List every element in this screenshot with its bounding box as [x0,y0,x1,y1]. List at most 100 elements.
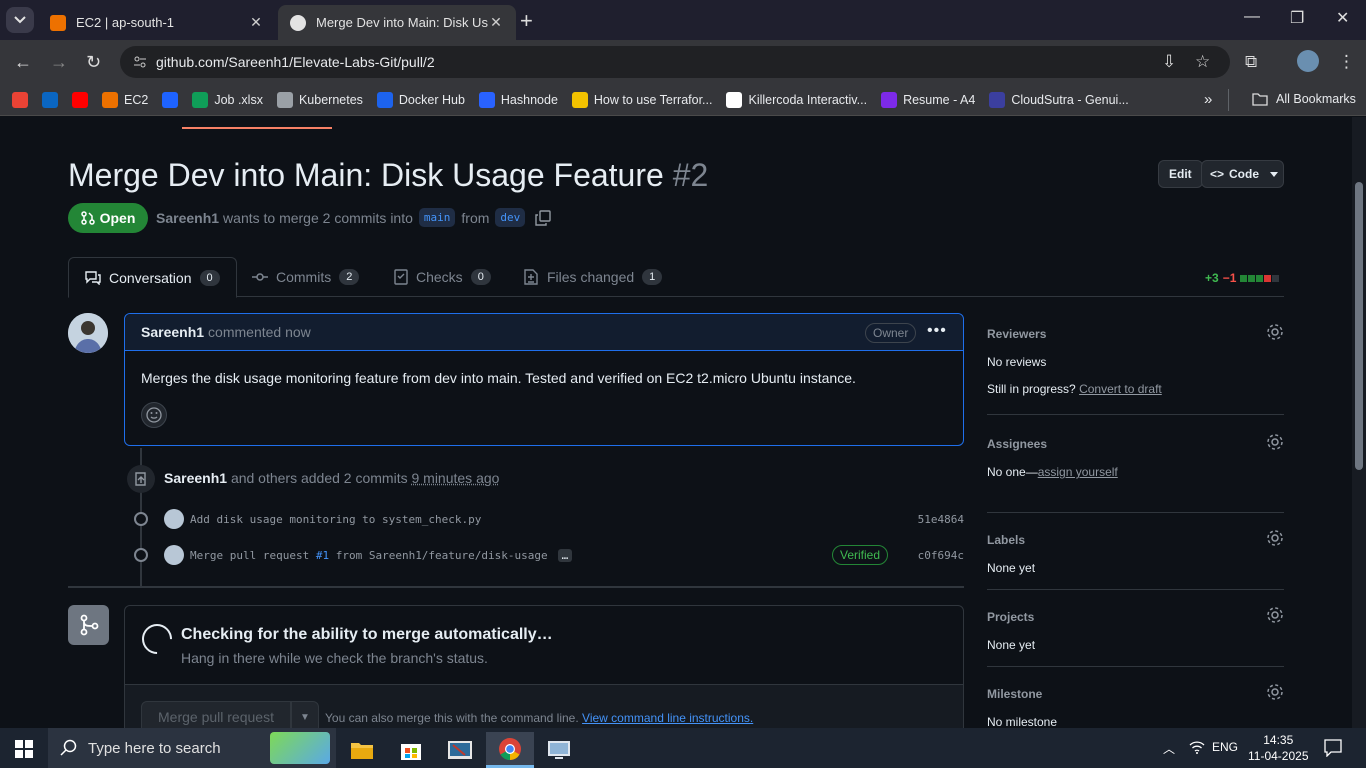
gear-icon[interactable] [1266,323,1284,341]
sidebar-milestone: Milestone No milestone [987,667,1284,728]
bookmark-item[interactable] [72,91,94,108]
site-info-icon[interactable] [132,54,148,70]
copy-icon[interactable] [535,209,551,226]
commit-sha[interactable]: 51e4864 [918,513,964,526]
wifi-icon[interactable] [1189,740,1205,754]
restore-button[interactable]: ❐ [1290,8,1304,28]
taskbar-remote-desktop[interactable] [535,732,583,768]
browser-tab-github[interactable]: Merge Dev into Main: Disk Usag ✕ [278,5,516,40]
comment-action[interactable]: commented now [208,324,311,340]
bookmark-item[interactable]: Hashnode [478,91,558,108]
base-branch[interactable]: main [418,208,456,227]
taskbar-file-explorer[interactable] [338,732,386,768]
tab-commits[interactable]: Commits 2 [252,257,360,297]
back-button[interactable]: ← [14,52,32,73]
bookmark-label: Docker Hub [398,92,465,107]
bookmark-item[interactable]: Killercoda Interactiv... [726,91,867,108]
close-icon[interactable]: ✕ [248,14,264,31]
bookmark-item[interactable]: Resume - A4 [881,91,975,108]
install-app-icon[interactable]: ⇩ [1162,52,1176,72]
merge-method-dropdown[interactable]: ▼ [291,701,319,728]
taskbar-search-box[interactable]: Type here to search [48,728,336,768]
comment-author[interactable]: Sareenh1 [141,324,204,340]
show-hidden-icons-icon[interactable]: ︿ [1163,740,1175,757]
bookmark-item[interactable]: EC2 [102,91,148,108]
gear-icon[interactable] [1266,529,1284,547]
command-line-instructions-link[interactable]: View command line instructions. [582,711,753,725]
edit-button[interactable]: Edit [1158,160,1203,188]
store-icon [401,744,421,760]
bookmark-item[interactable] [162,91,184,108]
taskbar-chrome[interactable] [486,732,534,768]
reload-button[interactable]: ↻ [86,52,101,73]
profile-avatar[interactable] [1297,50,1319,72]
bookmark-item[interactable]: How to use Terrafor... [571,91,712,108]
browser-menu-icon[interactable]: ⋮ [1338,52,1355,72]
avatar[interactable] [164,545,184,565]
commit-message[interactable]: Merge pull request #1 from Sareenh1/feat… [190,549,548,562]
bookmark-star-icon[interactable]: ☆ [1195,52,1210,72]
extensions-icon[interactable]: ⧉ [1245,52,1257,72]
gear-icon[interactable] [1266,606,1284,624]
merge-pull-request-button[interactable]: Merge pull request [141,701,291,728]
gear-icon[interactable] [1266,433,1284,451]
bookmark-item[interactable]: Kubernetes [276,91,363,108]
git-commit-icon [252,273,268,281]
clock-time: 14:35 [1263,733,1294,747]
forward-button[interactable]: → [50,52,68,73]
commit-sha[interactable]: c0f694c [918,549,964,562]
page-scrollbar[interactable] [1352,117,1366,728]
gear-icon[interactable] [1266,683,1284,701]
taskbar-snipping-tool[interactable] [436,732,484,768]
bookmark-item[interactable] [42,91,64,108]
timeline-author[interactable]: Sareenh1 [164,470,227,486]
language-indicator[interactable]: ENG [1212,740,1238,754]
sidebar-title[interactable]: Milestone [987,687,1284,701]
commit-message[interactable]: Add disk usage monitoring to system_chec… [190,513,481,526]
pr-reference-link[interactable]: #1 [316,549,329,562]
bookmark-item[interactable]: Job .xlsx [192,91,263,108]
sidebar-title[interactable]: Projects [987,610,1284,624]
taskbar-store[interactable] [387,732,435,768]
timeline-event: Sareenh1 and others added 2 commits 9 mi… [164,470,499,486]
close-icon[interactable]: ✕ [488,14,504,31]
new-tab-button[interactable]: + [520,8,533,34]
assign-yourself-link[interactable]: assign yourself [1038,465,1118,479]
draft-hint: Still in progress? Convert to draft [987,382,1284,396]
browser-tab-ec2[interactable]: EC2 | ap-south-1 ✕ [38,5,276,40]
code-button[interactable]: <> Code [1201,160,1284,188]
tab-checks[interactable]: Checks 0 [394,257,491,297]
head-branch[interactable]: dev [495,208,526,227]
verified-badge[interactable]: Verified [832,545,889,565]
taskbar-clock[interactable]: 14:35 11-04-2025 [1248,732,1309,764]
sidebar-projects: Projects None yet [987,590,1284,667]
kebab-menu-icon[interactable]: ••• [927,322,947,340]
minimize-button[interactable]: — [1244,8,1260,26]
add-reaction-button[interactable] [141,402,167,428]
tab-files-changed[interactable]: Files changed 1 [524,257,663,297]
tab-conversation[interactable]: Conversation 0 [68,257,237,298]
git-pull-request-icon [80,211,95,225]
expand-commit-button[interactable]: … [557,548,573,562]
sidebar-title[interactable]: Assignees [987,437,1284,451]
tab-search-button[interactable] [6,7,34,33]
timeline-time[interactable]: 9 minutes ago [411,470,499,486]
address-bar[interactable]: github.com/Sareenh1/Elevate-Labs-Git/pul… [120,46,1230,78]
folder-icon [351,743,373,759]
bookmark-item[interactable]: CloudSutra - Genui... [989,91,1129,108]
sidebar-title[interactable]: Reviewers [987,327,1284,341]
pr-author[interactable]: Sareenh1 [156,210,219,226]
more-bookmarks-button[interactable]: » [1204,91,1212,108]
sidebar-title[interactable]: Labels [987,533,1284,547]
all-bookmarks-button[interactable]: All Bookmarks [1252,92,1356,106]
avatar[interactable] [164,509,184,529]
bookmark-item[interactable]: Docker Hub [376,91,465,108]
window-close-button[interactable]: ✕ [1336,8,1349,28]
pr-title: Merge Dev into Main: Disk Usage Feature … [68,157,708,194]
windows-start-icon[interactable] [15,740,33,758]
notification-center-icon[interactable] [1324,739,1342,757]
bookmark-item[interactable] [12,91,34,108]
convert-to-draft-link[interactable]: Convert to draft [1079,382,1162,396]
scrollbar-thumb[interactable] [1355,182,1363,470]
avatar[interactable] [68,313,108,353]
